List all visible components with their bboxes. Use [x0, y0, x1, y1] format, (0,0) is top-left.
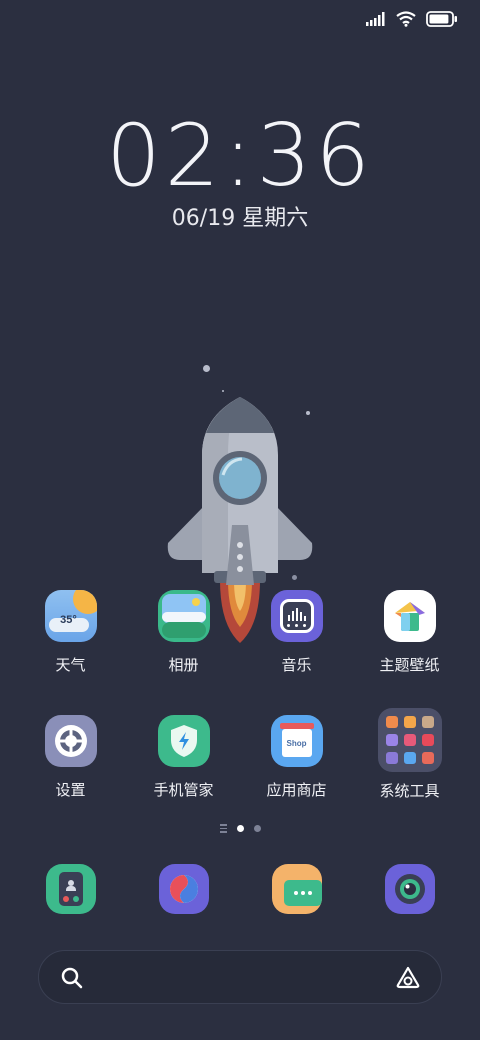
status-bar — [366, 8, 458, 30]
app-store[interactable]: Shop 应用商店 — [240, 715, 353, 800]
themes-icon — [383, 590, 436, 642]
signal-bars-icon — [366, 12, 385, 26]
wifi-icon — [396, 11, 416, 27]
page-list-icon — [219, 824, 227, 833]
dock-camera[interactable] — [353, 864, 466, 914]
weather-temp: 35° — [60, 614, 77, 626]
app-label: 音乐 — [281, 656, 312, 674]
app-label: 应用商店 — [266, 781, 327, 799]
app-gallery[interactable]: 相册 — [127, 590, 240, 675]
weather-icon: 35° — [44, 590, 97, 642]
app-store-icon: Shop — [270, 715, 323, 767]
security-icon — [157, 715, 210, 767]
dock-phone[interactable] — [14, 864, 127, 914]
app-security[interactable]: 手机管家 — [127, 715, 240, 800]
app-music[interactable]: 音乐 — [240, 590, 353, 675]
app-label: 系统工具 — [379, 782, 440, 800]
app-folder-system-tools[interactable]: 系统工具 — [353, 708, 466, 801]
app-label: 手机管家 — [153, 781, 214, 799]
page-indicator[interactable] — [0, 824, 480, 833]
music-icon — [270, 590, 323, 642]
app-label: 设置 — [55, 781, 86, 799]
assistant-icon[interactable] — [395, 965, 421, 989]
camera-icon — [384, 864, 435, 914]
system-tools-folder-icon — [377, 708, 442, 772]
lockscreen-date: 06/19 星期六 — [171, 206, 309, 231]
page-dot-active — [236, 824, 244, 832]
search-bar[interactable] — [38, 950, 442, 1004]
app-weather[interactable]: 35° 天气 — [14, 590, 127, 675]
messages-icon — [271, 864, 322, 914]
app-label: 主题壁纸 — [379, 656, 440, 674]
dock-messages[interactable] — [240, 864, 353, 914]
settings-icon — [44, 715, 97, 767]
search-icon[interactable] — [61, 967, 83, 989]
store-badge-text: Shop — [286, 738, 307, 748]
app-settings[interactable]: 设置 — [14, 715, 127, 800]
app-themes[interactable]: 主题壁纸 — [353, 590, 466, 675]
app-label: 天气 — [55, 656, 86, 674]
lockscreen-clock: 02:36 — [106, 106, 374, 206]
browser-icon — [158, 864, 209, 914]
phone-icon — [45, 864, 96, 914]
gallery-icon — [157, 590, 210, 642]
page-dot — [253, 824, 261, 832]
app-label: 相册 — [168, 656, 199, 674]
dock-browser[interactable] — [127, 864, 240, 914]
battery-icon — [426, 11, 457, 27]
